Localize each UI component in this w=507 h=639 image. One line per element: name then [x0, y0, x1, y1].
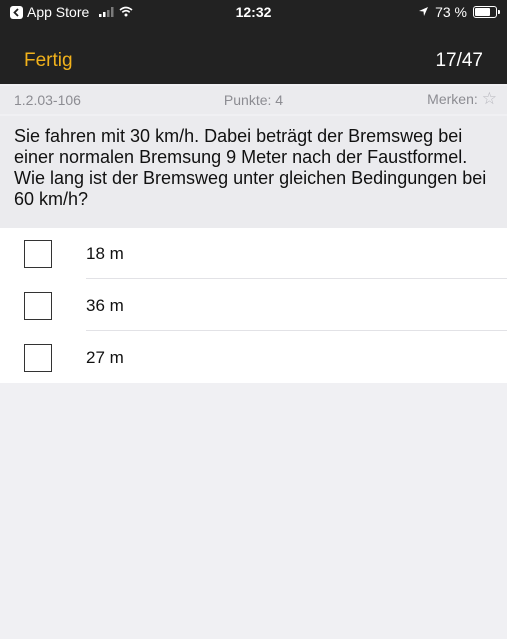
- question-panel: Sie fahren mit 30 km/h. Dabei beträgt de…: [0, 116, 507, 228]
- answer-option-1[interactable]: 18 m: [0, 228, 507, 279]
- battery-percent: 73 %: [435, 4, 467, 20]
- bookmark-toggle[interactable]: Merken: ☆: [427, 90, 497, 107]
- nav-bar: Fertig 17/47: [0, 40, 507, 84]
- location-icon: [418, 4, 429, 20]
- divider: [86, 278, 507, 279]
- status-right: 73 %: [418, 0, 500, 24]
- answer-checkbox[interactable]: [24, 240, 52, 268]
- status-bar: App Store 12:32 73 %: [0, 0, 507, 40]
- done-button[interactable]: Fertig: [24, 50, 73, 72]
- star-icon[interactable]: ☆: [482, 90, 497, 107]
- answer-list: 18 m 36 m 27 m: [0, 228, 507, 383]
- answer-option-2[interactable]: 36 m: [0, 280, 507, 331]
- answer-label: 18 m: [86, 244, 124, 263]
- answer-checkbox[interactable]: [24, 344, 52, 372]
- answer-checkbox[interactable]: [24, 292, 52, 320]
- battery-icon: [473, 6, 500, 18]
- question-text: Sie fahren mit 30 km/h. Dabei beträgt de…: [14, 126, 487, 209]
- answer-label: 36 m: [86, 296, 124, 315]
- bookmark-label: Merken:: [427, 90, 478, 107]
- answer-option-3[interactable]: 27 m: [0, 332, 507, 383]
- question-meta: 1.2.03-106 Punkte: 4 Merken: ☆: [0, 86, 507, 114]
- answer-label: 27 m: [86, 348, 124, 367]
- question-progress: 17/47: [435, 50, 483, 71]
- divider: [86, 330, 507, 331]
